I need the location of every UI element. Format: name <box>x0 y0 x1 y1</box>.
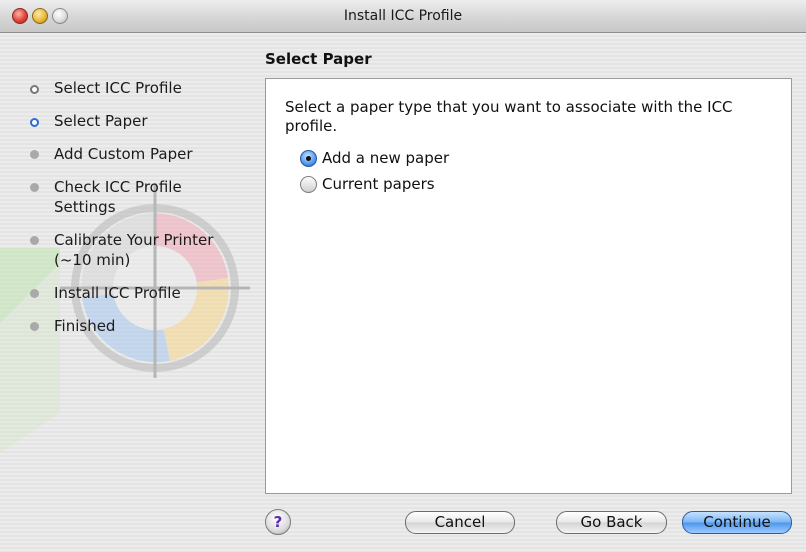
step-label: Select ICC Profile <box>54 79 182 97</box>
title-bar: Install ICC Profile <box>0 0 806 33</box>
step-item-finished: Finished <box>30 316 254 336</box>
content-panel: Select a paper type that you want to ass… <box>265 78 792 494</box>
step-label: Calibrate Your Printer (~10 min) <box>54 231 214 269</box>
radio-current-papers[interactable]: Current papers <box>300 175 435 193</box>
step-pending-icon <box>30 236 39 245</box>
instruction-text: Select a paper type that you want to ass… <box>285 98 733 135</box>
step-label: Select Paper <box>54 112 148 130</box>
window-title: Install ICC Profile <box>343 8 463 24</box>
cancel-button[interactable]: Cancel <box>405 511 515 534</box>
step-item-select-icc-profile: Select ICC Profile <box>30 78 254 98</box>
step-label: Check ICC Profile Settings <box>54 178 182 216</box>
step-item-select-paper: Select Paper <box>30 111 254 131</box>
step-item-add-custom-paper: Add Custom Paper <box>30 144 254 164</box>
help-button[interactable]: ? <box>265 509 291 535</box>
step-label: Add Custom Paper <box>54 145 193 163</box>
step-label: Finished <box>54 317 116 335</box>
page-title: Select Paper <box>265 50 372 68</box>
step-pending-icon <box>30 289 39 298</box>
step-item-install-icc-profile: Install ICC Profile <box>30 283 254 303</box>
radio-add-new-paper[interactable]: Add a new paper <box>300 149 449 167</box>
step-pending-icon <box>30 322 39 331</box>
step-list: Select ICC Profile Select Paper Add Cust… <box>30 78 254 349</box>
step-pending-icon <box>30 150 39 159</box>
step-pending-icon <box>30 183 39 192</box>
radio-label[interactable]: Add a new paper <box>322 149 449 167</box>
radio-selected-icon[interactable] <box>300 149 317 167</box>
radio-unselected-icon[interactable] <box>300 175 317 193</box>
step-item-calibrate-printer: Calibrate Your Printer (~10 min) <box>30 230 254 270</box>
radio-label[interactable]: Current papers <box>322 175 435 193</box>
step-item-check-icc-profile-settings: Check ICC Profile Settings <box>30 177 224 217</box>
continue-button[interactable]: Continue <box>682 511 792 534</box>
step-label: Install ICC Profile <box>54 284 181 302</box>
step-complete-icon <box>30 85 39 94</box>
step-current-icon <box>30 118 39 127</box>
go-back-button[interactable]: Go Back <box>556 511 667 534</box>
